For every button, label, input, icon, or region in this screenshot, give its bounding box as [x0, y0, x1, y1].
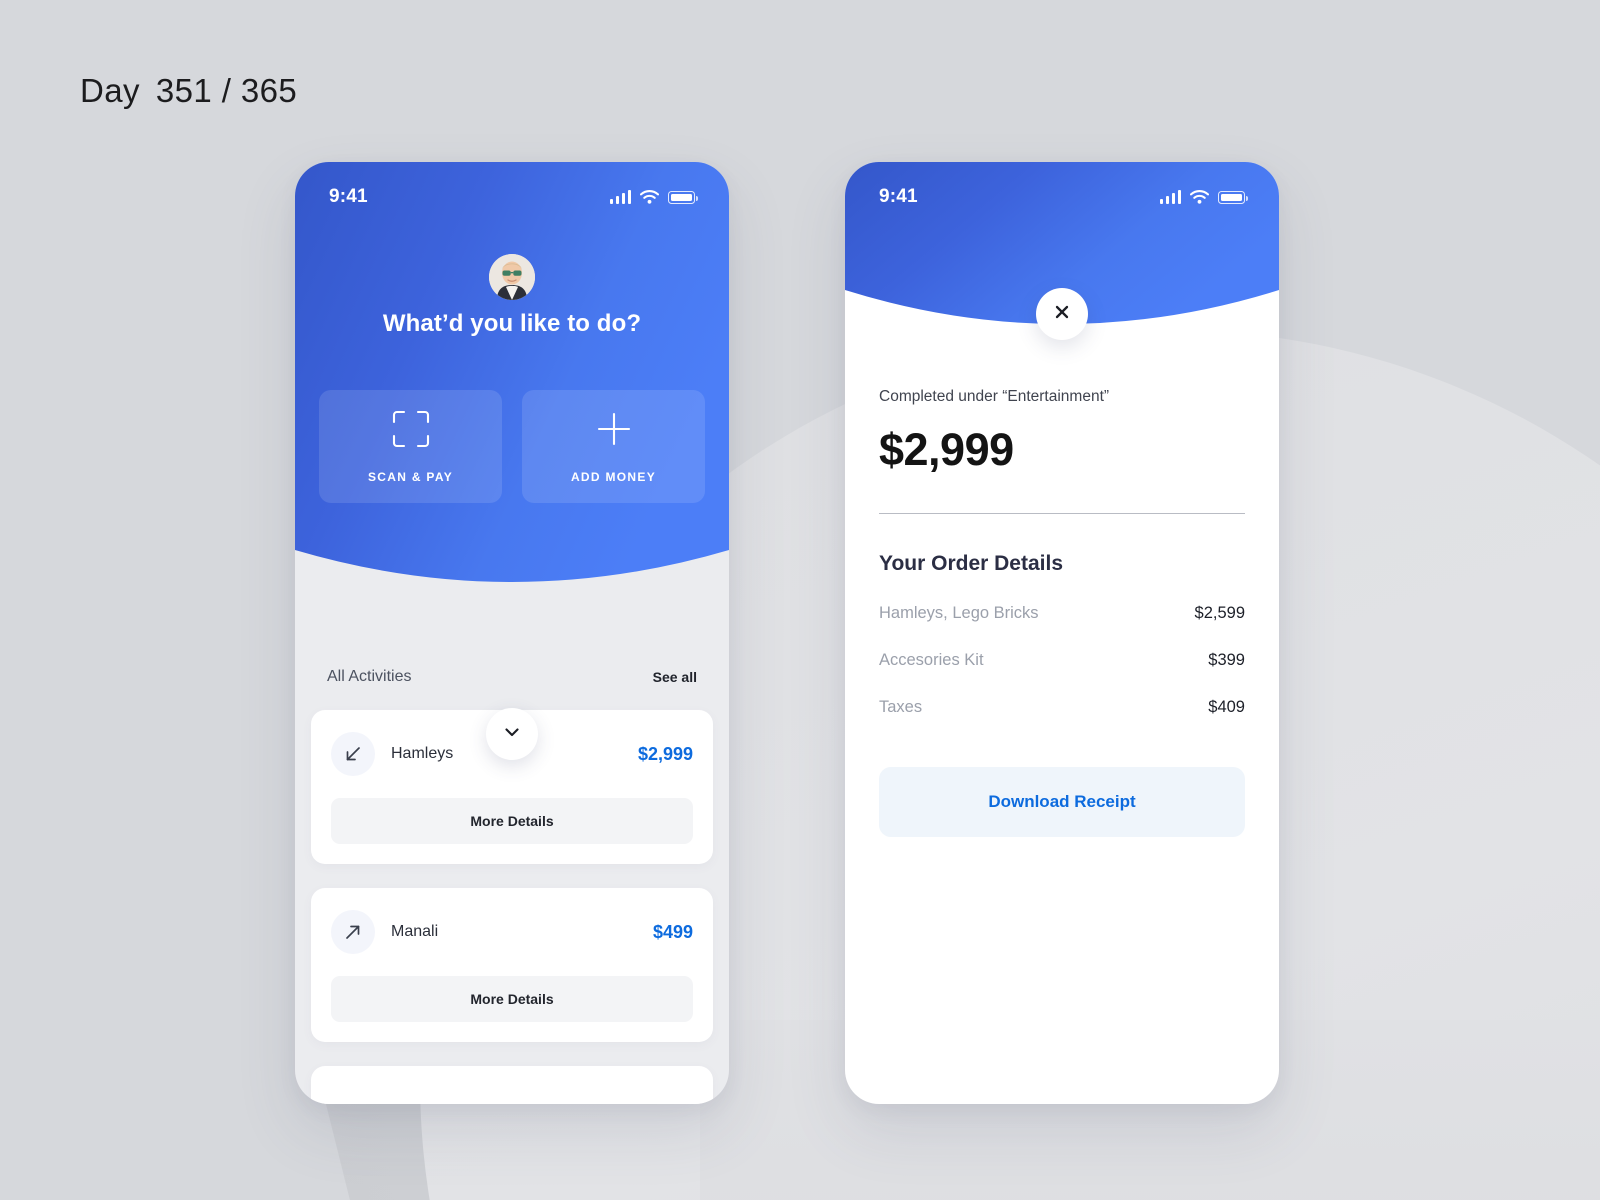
- receipt-total-amount: $2,999: [879, 424, 1014, 475]
- scroll-down-button[interactable]: [486, 708, 538, 760]
- page-title: Day 351 / 365: [80, 72, 297, 110]
- order-line-item: Taxes $409: [879, 698, 1245, 717]
- status-bar-time: 9:41: [329, 186, 368, 207]
- page-title-word: Day: [80, 72, 140, 109]
- order-line-item: Hamleys, Lego Bricks $2,599: [879, 604, 1245, 623]
- order-line-value: $399: [1208, 651, 1245, 669]
- list-item[interactable]: Manali $499 More Details: [311, 888, 713, 1042]
- scan-and-pay-label: SCAN & PAY: [367, 470, 454, 484]
- cellular-signal-icon: [1159, 190, 1181, 204]
- add-money-label: ADD MONEY: [570, 470, 657, 484]
- arrow-up-right-icon: [331, 910, 375, 954]
- more-details-button[interactable]: More Details: [331, 798, 693, 844]
- order-line-value: $2,599: [1194, 604, 1245, 622]
- order-line-label: Accesories Kit: [879, 651, 984, 669]
- wifi-icon: [1189, 190, 1210, 204]
- activities-list: Hamleys $2,999 More Details Manali $499 …: [311, 710, 713, 1104]
- avatar[interactable]: [489, 254, 535, 300]
- see-all-link[interactable]: See all: [653, 669, 697, 685]
- activities-header: All Activities See all: [327, 668, 697, 686]
- download-receipt-button[interactable]: Download Receipt: [879, 767, 1245, 837]
- battery-full-icon: [668, 191, 698, 204]
- activity-amount: $2,999: [637, 743, 693, 764]
- activity-name: Manali: [391, 923, 439, 940]
- order-line-value: $409: [1208, 698, 1245, 716]
- close-button[interactable]: [1036, 288, 1088, 340]
- receipt-status-text: Completed under “Entertainment”: [879, 388, 1110, 405]
- cellular-signal-icon: [609, 190, 631, 204]
- phone-screen-receipt: 9:41 Completed under “Entertainment” $2,…: [845, 162, 1279, 1104]
- page-heading: What’d you like to do?: [382, 310, 642, 337]
- order-line-item: Accesories Kit $399: [879, 651, 1245, 670]
- status-bar: 9:41: [295, 162, 729, 218]
- scan-and-pay-button[interactable]: SCAN & PAY: [319, 390, 502, 503]
- status-bar-icons: [1159, 190, 1248, 204]
- list-item-partial[interactable]: [311, 1066, 713, 1104]
- order-details-title: Your Order Details: [879, 552, 1063, 575]
- more-details-button[interactable]: More Details: [331, 976, 693, 1022]
- quick-actions: SCAN & PAY ADD MONEY: [319, 390, 705, 503]
- activity-amount: $499: [652, 921, 693, 942]
- close-icon: [1052, 302, 1072, 327]
- phone-screen-home: 9:41 What’d you like to do? SCAN & PAY A…: [295, 162, 729, 1104]
- background-decoration: [0, 0, 1600, 1200]
- status-bar-time: 9:41: [879, 186, 918, 207]
- plus-icon: [594, 409, 634, 454]
- chevron-down-icon: [502, 722, 522, 747]
- arrow-down-left-icon: [331, 732, 375, 776]
- status-bar: 9:41: [845, 162, 1279, 218]
- battery-full-icon: [1218, 191, 1248, 204]
- activities-title: All Activities: [327, 668, 412, 685]
- page-title-count: 351 / 365: [155, 72, 298, 109]
- order-line-label: Taxes: [879, 698, 923, 716]
- scan-frame-icon: [391, 409, 431, 454]
- order-line-label: Hamleys, Lego Bricks: [879, 604, 1039, 622]
- wifi-icon: [639, 190, 660, 204]
- activity-row: Manali $499: [331, 910, 693, 954]
- divider: [879, 513, 1245, 514]
- status-bar-icons: [609, 190, 698, 204]
- receipt-body: Completed under “Entertainment” $2,999 Y…: [845, 362, 1279, 1104]
- add-money-button[interactable]: ADD MONEY: [522, 390, 705, 503]
